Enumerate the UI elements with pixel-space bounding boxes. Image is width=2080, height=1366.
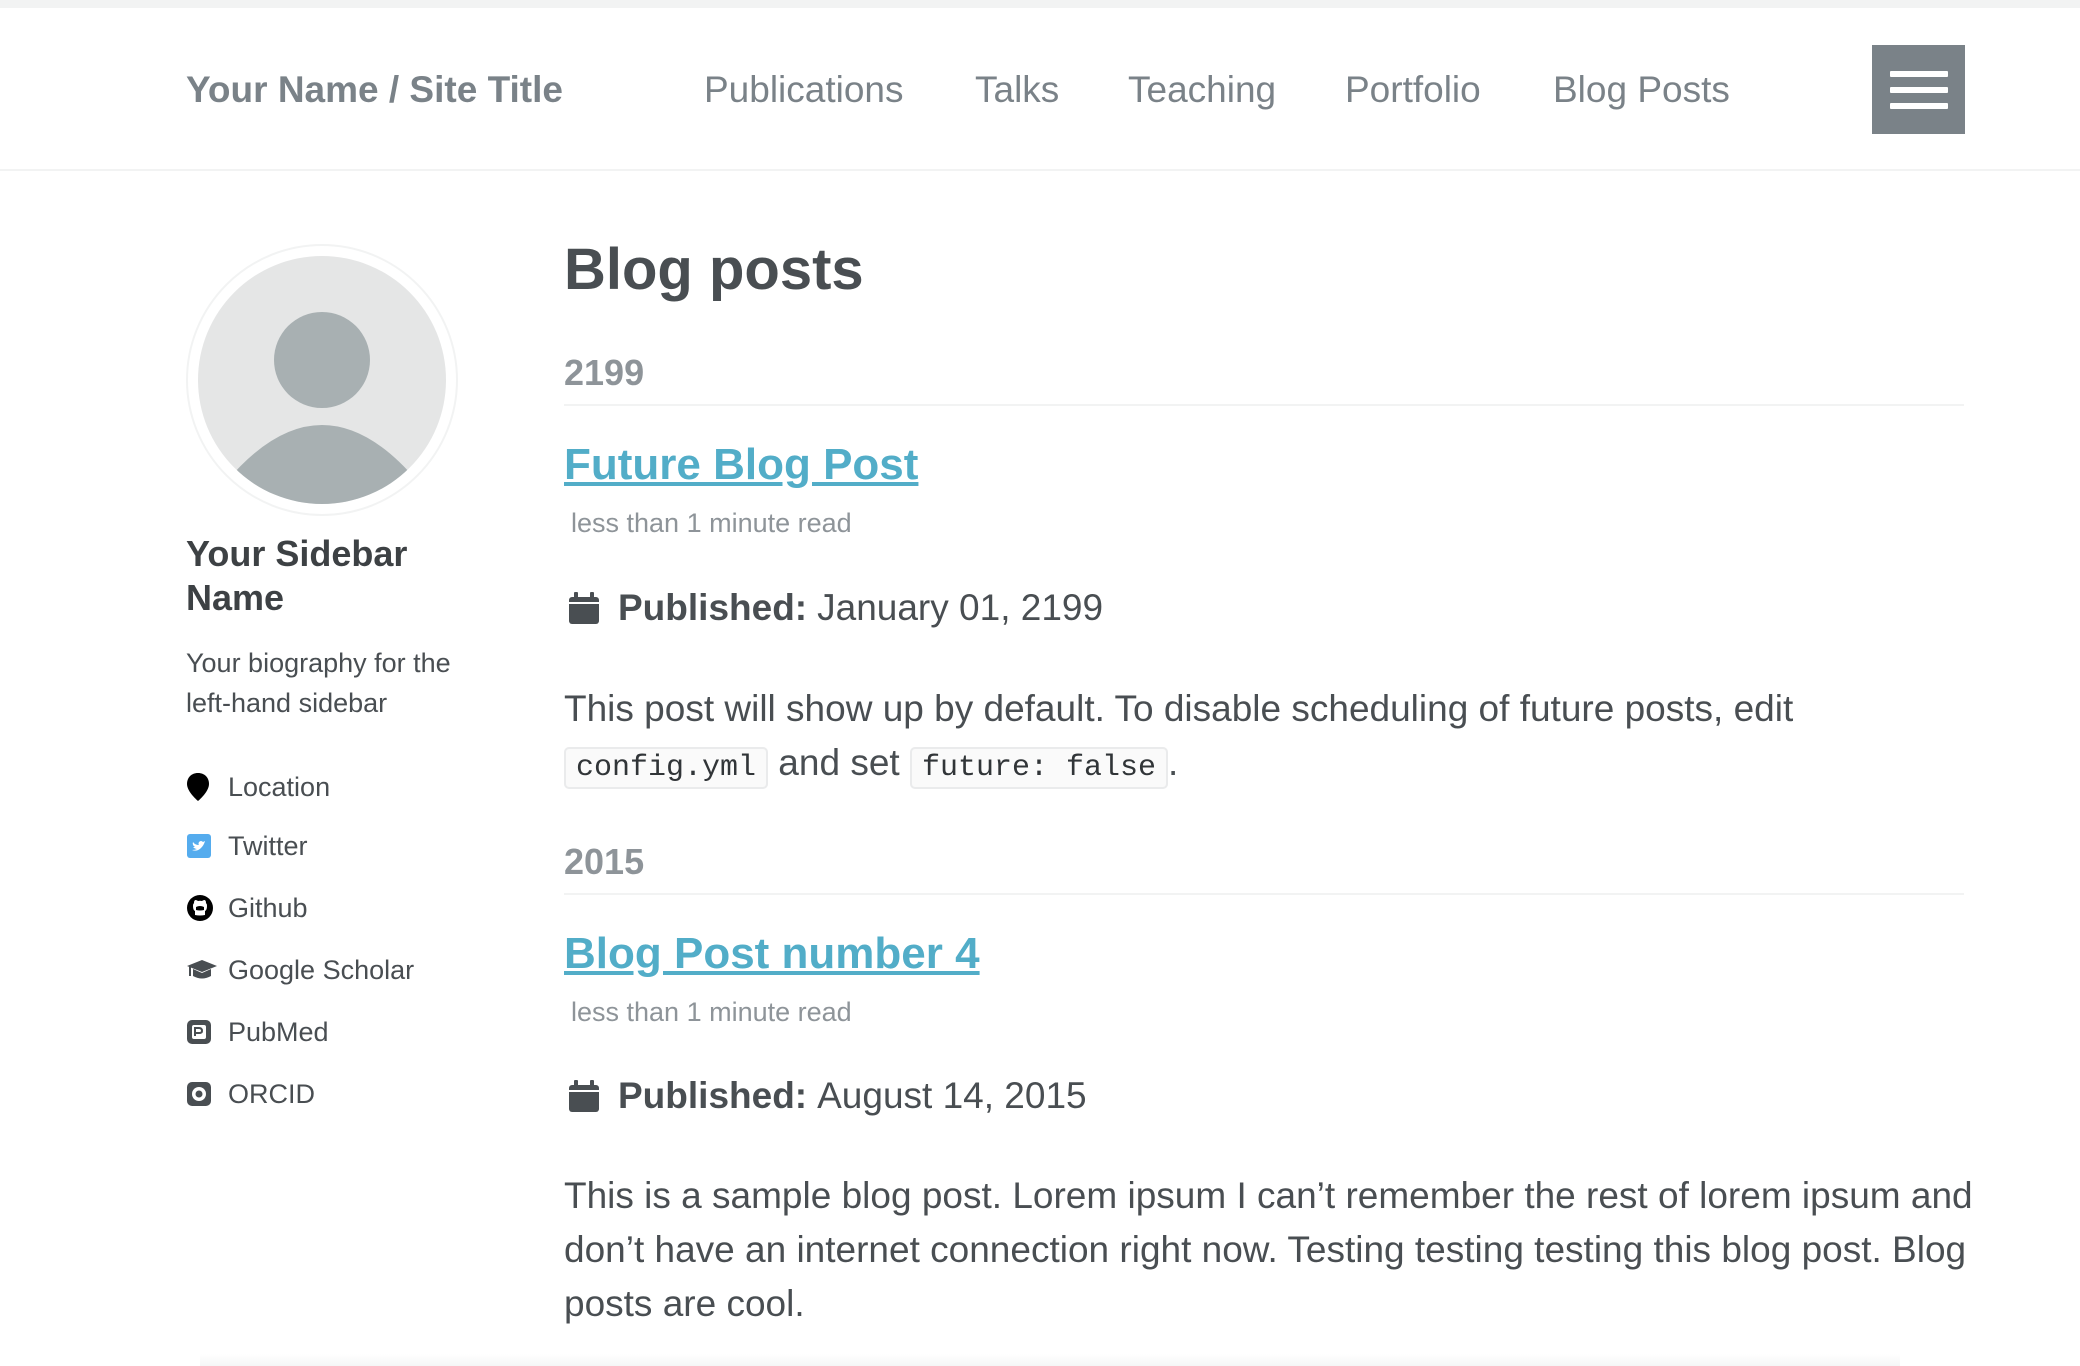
pubmed-icon [186,1016,218,1048]
sidebar-link-pubmed[interactable]: PubMed [186,1012,329,1052]
excerpt-text: This post will show up by default. To di… [564,688,1794,729]
sidebar-link-label: Google Scholar [228,954,415,985]
archive-year-heading: 2015 [564,841,1964,895]
read-time: less than 1 minute read [571,508,852,538]
twitter-icon [186,830,218,862]
excerpt-text: . [1168,742,1179,783]
github-icon [186,892,218,924]
archive-year-heading: 2199 [564,352,1964,406]
post-excerpt: This is a sample blog post. Lorem ipsum … [564,1175,1973,1324]
post-title-link[interactable]: Future Blog Post [564,440,918,490]
sidebar-name: Your Sidebar Name [186,533,408,618]
person-silhouette-icon [198,256,446,504]
post-excerpt: This post will show up by default. To di… [564,682,1976,795]
published-value: January 01, 2199 [817,587,1104,628]
published-label: Published: [618,1075,808,1116]
page-title: Blog posts [564,237,864,302]
inline-code: future: false [909,747,1169,789]
sidebar-bio: Your biography for the left-hand sidebar [186,648,451,718]
sidebar-link-twitter[interactable]: Twitter [186,826,308,866]
sidebar-link-label: Github [228,892,308,923]
sidebar-link-github[interactable]: Github [186,888,308,928]
site-title-link[interactable]: Your Name / Site Title [186,8,563,171]
sidebar-link-location[interactable]: Location [186,767,330,807]
nav-blog-posts[interactable]: Blog Posts [1553,8,1730,171]
published-date: Published: January 01, 2199 [568,586,1103,630]
sidebar-link-label: ORCID [228,1078,315,1109]
avatar [186,244,458,516]
sidebar-link-label: PubMed [228,1016,329,1047]
nav-talks[interactable]: Talks [975,8,1059,171]
nav-publications[interactable]: Publications [704,8,904,171]
orcid-icon [186,1078,218,1110]
top-strip [0,0,2080,8]
published-label: Published: [618,587,808,628]
sidebar-link-label: Location [228,771,331,802]
sidebar-link-label: Twitter [228,830,308,861]
masthead: Your Name / Site Title Publications Talk… [0,8,2080,171]
sidebar-link-google-scholar[interactable]: Google Scholar [186,950,414,990]
graduation-cap-icon [186,954,218,986]
read-time: less than 1 minute read [571,997,852,1027]
published-value: August 14, 2015 [817,1075,1087,1116]
hamburger-icon-bar [1889,102,1948,109]
calendar-icon [568,591,600,625]
post-title-link[interactable]: Blog Post number 4 [564,929,980,979]
map-marker-icon [186,771,218,803]
hamburger-icon [1889,70,1948,77]
published-date: Published: August 14, 2015 [568,1074,1087,1118]
sidebar-link-orcid[interactable]: ORCID [186,1074,315,1114]
excerpt-text: and set [768,742,910,783]
nav-portfolio[interactable]: Portfolio [1345,8,1481,171]
calendar-icon [568,1079,600,1113]
menu-toggle-button[interactable] [1872,45,1965,134]
nav-teaching[interactable]: Teaching [1128,8,1276,171]
hamburger-icon-bar [1889,86,1948,93]
footer-edge [200,1354,1900,1366]
inline-code: config.yml [564,747,769,789]
